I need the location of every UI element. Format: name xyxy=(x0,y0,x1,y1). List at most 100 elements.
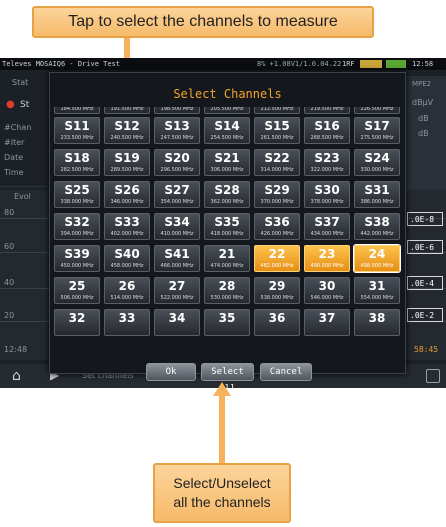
record-icon: ● xyxy=(6,99,15,110)
channel-button[interactable]: 37 xyxy=(304,309,350,336)
channel-button[interactable]: S29 370.000 MHz xyxy=(254,181,300,208)
bg-right-db2: dB xyxy=(418,129,429,138)
graph-time-start: 12:48 xyxy=(4,345,28,354)
channel-button[interactable]: 198.500 MHz xyxy=(154,107,200,114)
channel-button[interactable]: 35 xyxy=(204,309,250,336)
channel-frequency: 514.000 MHz xyxy=(110,295,144,301)
channel-button[interactable]: 22 482.000 MHz xyxy=(254,245,300,272)
channel-button[interactable]: S41 466.000 MHz xyxy=(154,245,200,272)
channel-button[interactable]: 38 xyxy=(354,309,400,336)
channel-name: S33 xyxy=(114,215,140,229)
channel-button[interactable]: S39 450.000 MHz xyxy=(54,245,100,272)
bg-right-mpe: MPE2 xyxy=(412,80,432,88)
channel-button[interactable]: S15 261.500 MHz xyxy=(254,117,300,144)
channel-button[interactable]: S34 410.000 MHz xyxy=(154,213,200,240)
channel-button[interactable]: S23 322.000 MHz xyxy=(304,149,350,176)
channel-name: S12 xyxy=(114,119,140,133)
channel-button[interactable]: S33 402.000 MHz xyxy=(104,213,150,240)
channel-name: 28 xyxy=(218,279,236,293)
channel-button[interactable]: 34 xyxy=(154,309,200,336)
channel-button[interactable]: S27 354.000 MHz xyxy=(154,181,200,208)
channel-frequency: 490.000 MHz xyxy=(310,263,344,269)
channel-button[interactable]: S11 233.500 MHz xyxy=(54,117,100,144)
channel-name: S36 xyxy=(264,215,290,229)
channel-button[interactable]: 226.500 MHz xyxy=(354,107,400,114)
channel-frequency: 474.000 MHz xyxy=(210,263,244,269)
channel-button[interactable]: S30 378.000 MHz xyxy=(304,181,350,208)
channel-button[interactable]: S25 338.000 MHz xyxy=(54,181,100,208)
save-icon[interactable] xyxy=(426,369,440,383)
dialog-title: Select Channels xyxy=(173,87,282,101)
channel-button[interactable]: 32 xyxy=(54,309,100,336)
channel-name: S28 xyxy=(214,183,240,197)
channel-button[interactable]: S22 314.000 MHz xyxy=(254,149,300,176)
clock: 12:58 xyxy=(412,60,434,68)
signal-icon xyxy=(386,60,406,68)
channel-button[interactable]: S14 254.500 MHz xyxy=(204,117,250,144)
cancel-button[interactable]: Cancel xyxy=(260,363,312,381)
channel-frequency: 402.000 MHz xyxy=(110,231,144,237)
channel-name: S39 xyxy=(64,247,90,261)
select-all-button[interactable]: Select all xyxy=(201,363,254,388)
channel-button[interactable]: S32 394.000 MHz xyxy=(54,213,100,240)
channel-button[interactable]: S28 362.000 MHz xyxy=(204,181,250,208)
channel-frequency: 306.000 MHz xyxy=(210,167,244,173)
channel-frequency: 268.500 MHz xyxy=(310,135,344,141)
channel-frequency: 418.000 MHz xyxy=(210,231,244,237)
channel-frequency: 219.500 MHz xyxy=(310,107,344,112)
channel-button[interactable]: 219.500 MHz xyxy=(304,107,350,114)
channel-button[interactable]: 205.500 MHz xyxy=(204,107,250,114)
callout-select-all: Select/Unselect all the channels xyxy=(153,463,291,523)
channel-name: 38 xyxy=(368,311,386,325)
channel-button[interactable]: 191.500 MHz xyxy=(104,107,150,114)
channel-button[interactable]: 184.500 MHz xyxy=(54,107,100,114)
channel-button[interactable]: 33 xyxy=(104,309,150,336)
channel-button[interactable]: S24 330.000 MHz xyxy=(354,149,400,176)
channel-frequency: 458.000 MHz xyxy=(110,263,144,269)
channel-frequency: 314.000 MHz xyxy=(260,167,294,173)
channel-button[interactable]: S20 296.500 MHz xyxy=(154,149,200,176)
channel-name: S21 xyxy=(214,151,240,165)
channel-button[interactable]: S37 434.000 MHz xyxy=(304,213,350,240)
channel-button[interactable]: 25 506.000 MHz xyxy=(54,277,100,304)
channel-button[interactable]: 36 xyxy=(254,309,300,336)
channel-button[interactable]: 23 490.000 MHz xyxy=(304,245,350,272)
channel-button[interactable]: S18 282.500 MHz xyxy=(54,149,100,176)
channel-name: S18 xyxy=(64,151,90,165)
graph-y-20: 20 xyxy=(4,311,15,320)
channel-button[interactable]: S26 346.000 MHz xyxy=(104,181,150,208)
channel-frequency: 338.000 MHz xyxy=(60,199,94,205)
channel-button[interactable]: 31 554.000 MHz xyxy=(354,277,400,304)
home-icon[interactable]: ⌂ xyxy=(12,368,21,384)
bg-right-dbuv: dBµV xyxy=(412,98,434,107)
channel-button[interactable]: S36 426.000 MHz xyxy=(254,213,300,240)
bg-label-iter: #Iter xyxy=(4,138,25,147)
channel-button[interactable]: S13 247.500 MHz xyxy=(154,117,200,144)
channel-button[interactable]: S38 442.000 MHz xyxy=(354,213,400,240)
channel-button[interactable]: S40 458.000 MHz xyxy=(104,245,150,272)
channel-button[interactable]: 28 530.000 MHz xyxy=(204,277,250,304)
channel-button[interactable]: S17 275.500 MHz xyxy=(354,117,400,144)
channel-frequency: 482.000 MHz xyxy=(260,263,294,269)
channel-button[interactable]: 212.500 MHz xyxy=(254,107,300,114)
channel-button[interactable]: 26 514.000 MHz xyxy=(104,277,150,304)
ok-button[interactable]: Ok xyxy=(146,363,196,381)
channel-button[interactable]: S12 240.500 MHz xyxy=(104,117,150,144)
app-title: Televes MOSAIQ6 - Drive Test xyxy=(2,60,121,68)
channel-button[interactable]: S31 386.000 MHz xyxy=(354,181,400,208)
channel-button[interactable]: S35 418.000 MHz xyxy=(204,213,250,240)
channel-frequency: 261.500 MHz xyxy=(260,135,294,141)
channel-button[interactable]: S16 268.500 MHz xyxy=(304,117,350,144)
channel-name: 30 xyxy=(318,279,336,293)
channel-button[interactable]: 30 546.000 MHz xyxy=(304,277,350,304)
channel-frequency: 240.500 MHz xyxy=(110,135,144,141)
channel-button[interactable]: 24 498.000 MHz xyxy=(354,245,400,272)
channel-button[interactable]: 27 522.000 MHz xyxy=(154,277,200,304)
channel-button[interactable]: 29 538.000 MHz xyxy=(254,277,300,304)
channel-button[interactable]: S19 289.500 MHz xyxy=(104,149,150,176)
channel-button[interactable]: S21 306.000 MHz xyxy=(204,149,250,176)
channel-frequency: 247.500 MHz xyxy=(160,135,194,141)
ber-box-3: .0E-4 xyxy=(407,276,443,290)
channel-frequency: 506.000 MHz xyxy=(60,295,94,301)
channel-button[interactable]: 21 474.000 MHz xyxy=(204,245,250,272)
